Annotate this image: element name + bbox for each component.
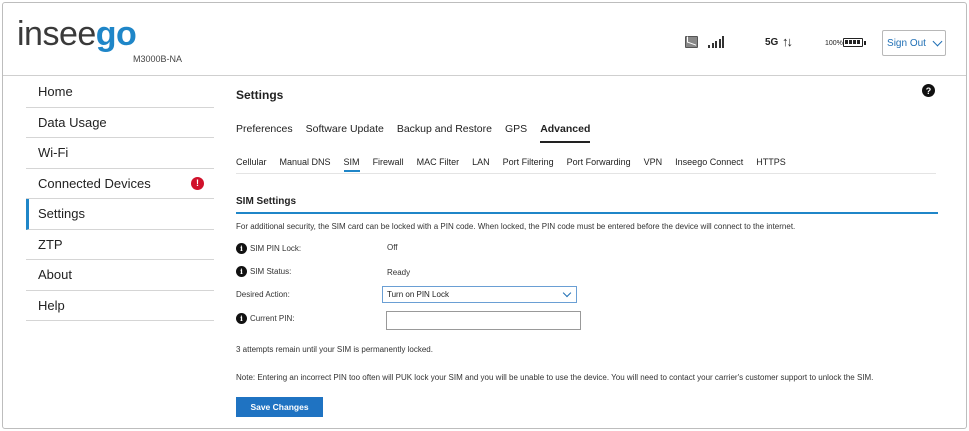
section-description: For additional security, the SIM card ca…: [236, 222, 796, 231]
signal-bars-icon: [708, 36, 724, 48]
subtab-vpn[interactable]: VPN: [644, 157, 663, 172]
subtab-mac-filter[interactable]: MAC Filter: [417, 157, 460, 172]
info-icon[interactable]: i: [236, 266, 247, 277]
sidebar-item-label: Home: [38, 84, 73, 100]
desired-action-row: Desired Action:: [236, 290, 290, 299]
subtab-sim[interactable]: SIM: [343, 157, 360, 172]
message-icon[interactable]: [685, 36, 698, 48]
current-pin-row: i Current PIN:: [236, 313, 294, 324]
divider: [236, 173, 936, 174]
subtab-https[interactable]: HTTPS: [756, 157, 786, 172]
sidebar-item-settings[interactable]: Settings: [26, 199, 214, 230]
sim-status-row: i SIM Status:: [236, 266, 291, 277]
sign-out-label: Sign Out: [887, 37, 926, 49]
sidebar-item-label: Wi-Fi: [38, 145, 69, 161]
current-pin-label: Current PIN:: [250, 314, 295, 323]
advanced-subtabs: Cellular Manual DNS SIM Firewall MAC Fil…: [236, 157, 786, 172]
info-icon[interactable]: i: [236, 243, 247, 254]
battery-icon: [843, 38, 866, 47]
sidebar-item-help[interactable]: Help: [26, 291, 214, 321]
sidebar-item-ztp[interactable]: ZTP: [26, 230, 214, 260]
tab-software-update[interactable]: Software Update: [306, 123, 384, 143]
tab-advanced[interactable]: Advanced: [540, 123, 591, 143]
sidebar-item-label: Data Usage: [38, 114, 107, 130]
battery-percent: 100%: [825, 40, 843, 47]
pin-lock-value: Off: [387, 243, 398, 252]
subtab-cellular[interactable]: Cellular: [236, 157, 267, 172]
subtab-port-forwarding[interactable]: Port Forwarding: [567, 157, 631, 172]
section-title: SIM Settings: [236, 196, 297, 207]
logo-prefix: insee: [17, 15, 96, 53]
inseego-logo: inseego: [17, 15, 137, 54]
puk-warning-note: Note: Entering an incorrect PIN too ofte…: [236, 373, 874, 382]
tab-backup-restore[interactable]: Backup and Restore: [397, 123, 492, 143]
chevron-down-icon: [932, 36, 943, 46]
chevron-down-icon: [562, 288, 572, 298]
subtab-manual-dns[interactable]: Manual DNS: [280, 157, 331, 172]
sim-status-value: Ready: [387, 268, 411, 277]
app-window: inseego M3000B-NA 5G ↑↓ 100% Sign Out Ho…: [2, 2, 967, 429]
subtab-inseego-connect[interactable]: Inseego Connect: [675, 157, 743, 172]
tab-preferences[interactable]: Preferences: [236, 123, 293, 143]
sidebar-item-label: Settings: [38, 206, 85, 222]
pin-lock-label: SIM PIN Lock:: [250, 244, 302, 253]
logo-suffix: go: [95, 15, 137, 53]
info-icon[interactable]: i: [236, 313, 247, 324]
sidebar-item-label: Help: [38, 297, 65, 313]
current-pin-field[interactable]: [386, 311, 581, 330]
tab-gps[interactable]: GPS: [505, 123, 527, 143]
sidebar-item-connected-devices[interactable]: Connected Devices !: [26, 169, 214, 199]
sidebar-item-home[interactable]: Home: [26, 77, 214, 108]
help-icon[interactable]: ?: [922, 84, 935, 97]
subtab-lan[interactable]: LAN: [472, 157, 490, 172]
desired-action-value: Turn on PIN Lock: [387, 290, 449, 299]
sidebar-item-data-usage[interactable]: Data Usage: [26, 108, 214, 138]
sidebar-nav: Home Data Usage Wi-Fi Connected Devices …: [26, 77, 214, 321]
sidebar-item-wifi[interactable]: Wi-Fi: [26, 138, 214, 169]
desired-action-select[interactable]: Turn on PIN Lock: [382, 286, 577, 303]
alert-badge: !: [191, 176, 204, 190]
top-header: inseego M3000B-NA 5G ↑↓ 100% Sign Out: [3, 3, 966, 76]
subtab-firewall[interactable]: Firewall: [373, 157, 404, 172]
save-changes-button[interactable]: Save Changes: [236, 397, 323, 417]
sidebar-item-label: Connected Devices: [38, 175, 151, 191]
sidebar-item-label: ZTP: [38, 236, 63, 252]
device-model: M3000B-NA: [133, 54, 183, 64]
page-title: Settings: [236, 88, 284, 102]
pin-lock-row: i SIM PIN Lock:: [236, 243, 301, 254]
sim-status-label: SIM Status:: [250, 267, 292, 276]
data-transfer-icon: ↑↓: [782, 34, 793, 49]
desired-action-label: Desired Action:: [236, 290, 290, 299]
attempts-note: 3 attempts remain until your SIM is perm…: [236, 345, 433, 354]
sidebar-item-about[interactable]: About: [26, 260, 214, 291]
sign-out-button[interactable]: Sign Out: [882, 30, 946, 56]
section-divider: [236, 212, 938, 214]
subtab-port-filtering[interactable]: Port Filtering: [503, 157, 554, 172]
sidebar-item-label: About: [38, 267, 72, 283]
network-type: 5G: [765, 37, 779, 48]
settings-tabs: Preferences Software Update Backup and R…: [236, 123, 591, 143]
